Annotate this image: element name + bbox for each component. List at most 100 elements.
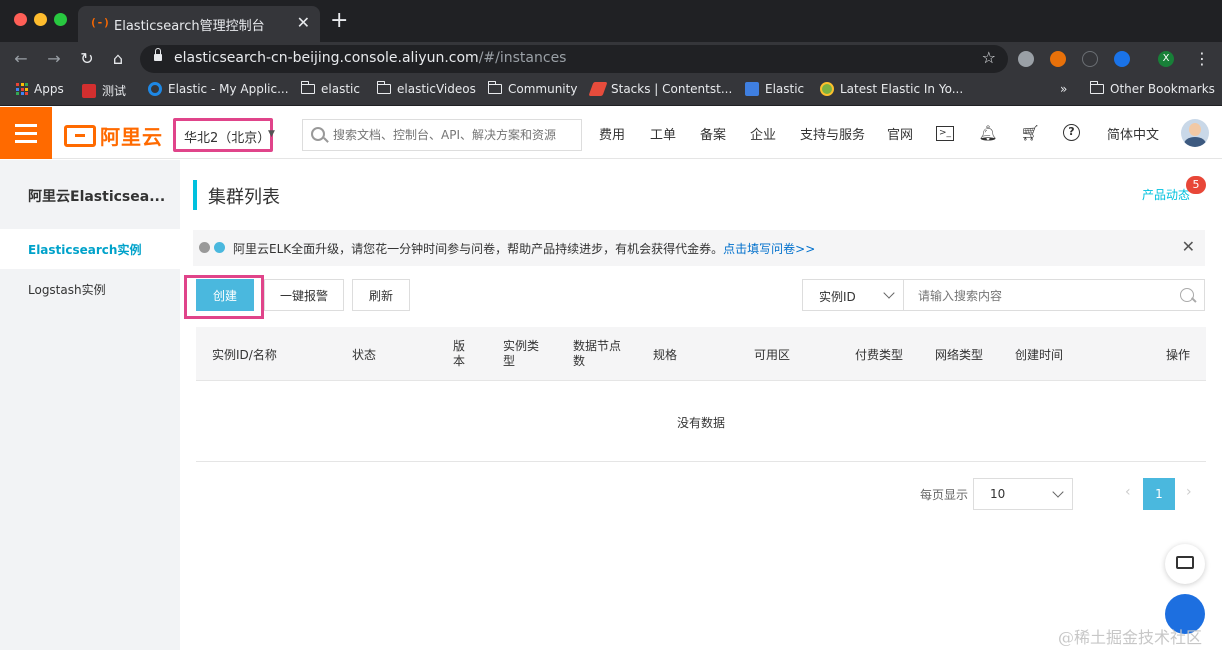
tab-close-icon[interactable]: ✕ xyxy=(297,13,310,32)
forward-arrow-icon[interactable]: → xyxy=(43,48,65,70)
feedback-chat-button[interactable] xyxy=(1165,544,1205,584)
sidebar: 阿里云Elasticsea... Elasticsearch实例 Logstas… xyxy=(0,160,180,650)
nav-official-site[interactable]: 官网 xyxy=(887,124,913,143)
bookmark-community-folder[interactable]: Community xyxy=(487,81,577,96)
extension-icon[interactable] xyxy=(1114,51,1130,67)
window-close-button[interactable] xyxy=(14,13,27,26)
folder-icon xyxy=(487,81,502,94)
create-button[interactable]: 创建 xyxy=(196,279,254,311)
page-size-label: 每页显示 xyxy=(920,488,969,502)
close-icon[interactable]: ✕ xyxy=(1182,237,1195,256)
folder-icon xyxy=(300,81,315,94)
sidebar-item-logstash-instances[interactable]: Logstash实例 xyxy=(0,269,180,309)
region-selector[interactable]: 华北2（北京） xyxy=(173,118,273,152)
bookmark-star-icon[interactable]: ☆ xyxy=(982,48,996,67)
browser-tab-bar: (-) Elasticsearch管理控制台 ✕ + xyxy=(0,0,1222,42)
bookmark-elastic[interactable]: Elastic xyxy=(745,82,804,96)
prev-page-button[interactable]: ‹ xyxy=(1125,484,1131,500)
title-accent-bar xyxy=(193,180,197,210)
extension-icon[interactable] xyxy=(1018,51,1034,67)
nav-enterprise[interactable]: 企业 xyxy=(750,124,776,143)
back-arrow-icon[interactable]: ← xyxy=(10,48,32,70)
table-empty-row: 没有数据 xyxy=(196,382,1206,462)
next-page-button[interactable]: › xyxy=(1186,484,1192,500)
folder-icon xyxy=(1089,81,1104,94)
survey-link[interactable]: 点击填写问卷>> xyxy=(723,242,815,256)
window-minimize-button[interactable] xyxy=(34,13,47,26)
nav-billing[interactable]: 费用 xyxy=(599,124,625,143)
notice-dot-icon xyxy=(214,242,225,253)
browser-tab-active[interactable]: (-) Elasticsearch管理控制台 ✕ xyxy=(78,6,320,42)
language-selector[interactable]: 简体中文 xyxy=(1107,124,1159,143)
news-count-badge: 5 xyxy=(1186,176,1206,194)
bookmark-other-bookmarks[interactable]: Other Bookmarks xyxy=(1089,81,1215,96)
nav-support[interactable]: 支持与服务 xyxy=(800,124,865,143)
bookmarks-bar: Apps 测试 Elastic - My Applic... elastic e… xyxy=(0,76,1222,106)
aliyun-logo[interactable]: 阿里云 xyxy=(64,121,163,150)
cart-icon[interactable]: 🛒︎ xyxy=(1020,123,1040,143)
bookmark-elastic-folder[interactable]: elastic xyxy=(300,81,360,96)
search-icon[interactable] xyxy=(1180,288,1194,302)
sidebar-title: 阿里云Elasticsea... xyxy=(28,189,166,205)
chevron-down-icon xyxy=(1052,486,1064,498)
column-header: 可用区 xyxy=(754,348,791,362)
instance-search-input[interactable] xyxy=(918,286,1158,306)
browser-menu-icon[interactable]: ⋮ xyxy=(1194,49,1210,68)
nav-icp-filing[interactable]: 备案 xyxy=(700,124,726,143)
address-bar[interactable]: elasticsearch-cn-beijing.console.aliyun.… xyxy=(140,45,1008,73)
sidebar-item-label: Elasticsearch实例 xyxy=(28,243,142,257)
bookmark-latest-elastic[interactable]: Latest Elastic In Yo... xyxy=(820,82,963,96)
aliyun-logo-mark-icon xyxy=(64,124,96,147)
tab-title: Elasticsearch管理控制台 xyxy=(114,19,265,34)
bookmark-elastic-my-applications[interactable]: Elastic - My Applic... xyxy=(148,82,289,96)
global-search[interactable] xyxy=(302,119,582,151)
bookmark-apps[interactable]: Apps xyxy=(16,82,64,96)
apps-grid-icon xyxy=(16,83,28,95)
menu-hamburger-icon[interactable] xyxy=(0,107,52,159)
bell-icon[interactable]: 🔔︎ xyxy=(978,123,998,143)
page-size-value: 10 xyxy=(990,487,1006,501)
elastic-bookmark-icon xyxy=(745,82,759,96)
home-icon[interactable]: ⌂ xyxy=(107,48,129,70)
global-search-input[interactable] xyxy=(333,124,573,146)
extension-icon[interactable] xyxy=(1050,51,1066,67)
url-text: elasticsearch-cn-beijing.console.aliyun.… xyxy=(174,50,567,66)
notice-text: 阿里云ELK全面升级，请您花一分钟时间参与问卷，帮助产品持续进步，有机会获得代金… xyxy=(233,242,816,256)
bookmark-elasticvideos-folder[interactable]: elasticVideos xyxy=(376,81,476,96)
column-header: 网络类型 xyxy=(935,348,984,362)
search-icon xyxy=(311,127,325,141)
red-bookmark-icon xyxy=(82,83,96,98)
help-icon[interactable]: ? xyxy=(1063,124,1080,141)
one-click-alert-button[interactable]: 一键报警 xyxy=(264,279,344,311)
caret-down-icon[interactable]: ▼ xyxy=(268,129,275,139)
stacks-bookmark-icon xyxy=(588,82,608,96)
current-page-button[interactable]: 1 xyxy=(1143,478,1175,510)
lock-icon xyxy=(154,48,162,61)
bookmarks-overflow-button[interactable]: » xyxy=(1060,82,1067,96)
search-field-select[interactable]: 实例ID xyxy=(802,279,904,311)
survey-notice-banner: 阿里云ELK全面升级，请您花一分钟时间参与问卷，帮助产品持续进步，有机会获得代金… xyxy=(193,230,1205,266)
extension-icon[interactable] xyxy=(1082,51,1098,67)
profile-avatar[interactable]: X xyxy=(1158,51,1174,67)
new-tab-button[interactable]: + xyxy=(330,8,348,34)
bookmark-test[interactable]: 测试 xyxy=(82,82,126,99)
column-header: 实例ID/名称 xyxy=(212,348,277,362)
refresh-button[interactable]: 刷新 xyxy=(352,279,410,311)
product-news-link[interactable]: 产品动态 xyxy=(1142,186,1190,203)
column-header: 状态 xyxy=(352,348,377,362)
column-header: 创建时间 xyxy=(1015,348,1064,362)
user-avatar[interactable] xyxy=(1181,119,1209,147)
bookmark-stacks-contentstack[interactable]: Stacks | Contentst... xyxy=(588,82,732,96)
column-header: 实例类型 xyxy=(503,339,540,368)
window-zoom-button[interactable] xyxy=(54,13,67,26)
page-size-select[interactable]: 10 xyxy=(973,478,1073,510)
instance-search[interactable] xyxy=(903,279,1205,311)
sidebar-item-elasticsearch-instances[interactable]: Elasticsearch实例 xyxy=(0,229,180,269)
aliyun-favicon-icon: (-) xyxy=(90,16,110,29)
elastic-logo-bookmark-icon xyxy=(820,82,834,96)
reload-icon[interactable]: ↻ xyxy=(76,48,98,70)
nav-tickets[interactable]: 工单 xyxy=(650,124,676,143)
terminal-icon[interactable]: >_ xyxy=(936,126,954,141)
folder-icon xyxy=(376,81,391,94)
region-label: 华北2（北京） xyxy=(184,131,271,146)
